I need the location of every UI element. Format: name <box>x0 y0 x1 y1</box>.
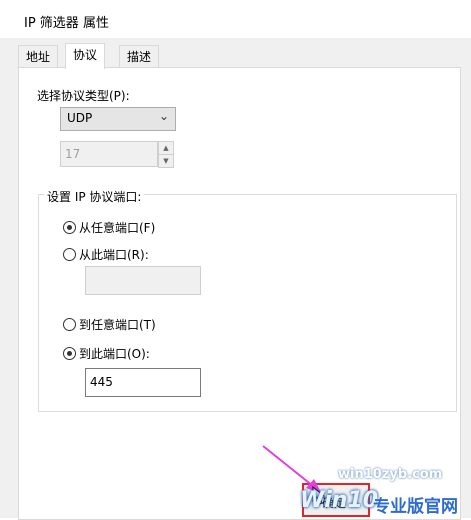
watermark-url: win10zyb.com <box>338 467 443 482</box>
watermark-logo: Win10 <box>300 488 379 513</box>
annotation-arrow-icon <box>262 445 322 494</box>
watermark-text: 专业版官网 <box>373 497 458 517</box>
tab-protocol[interactable]: 协议 <box>65 43 106 69</box>
tab-protocol-label: 协议 <box>73 48 98 62</box>
